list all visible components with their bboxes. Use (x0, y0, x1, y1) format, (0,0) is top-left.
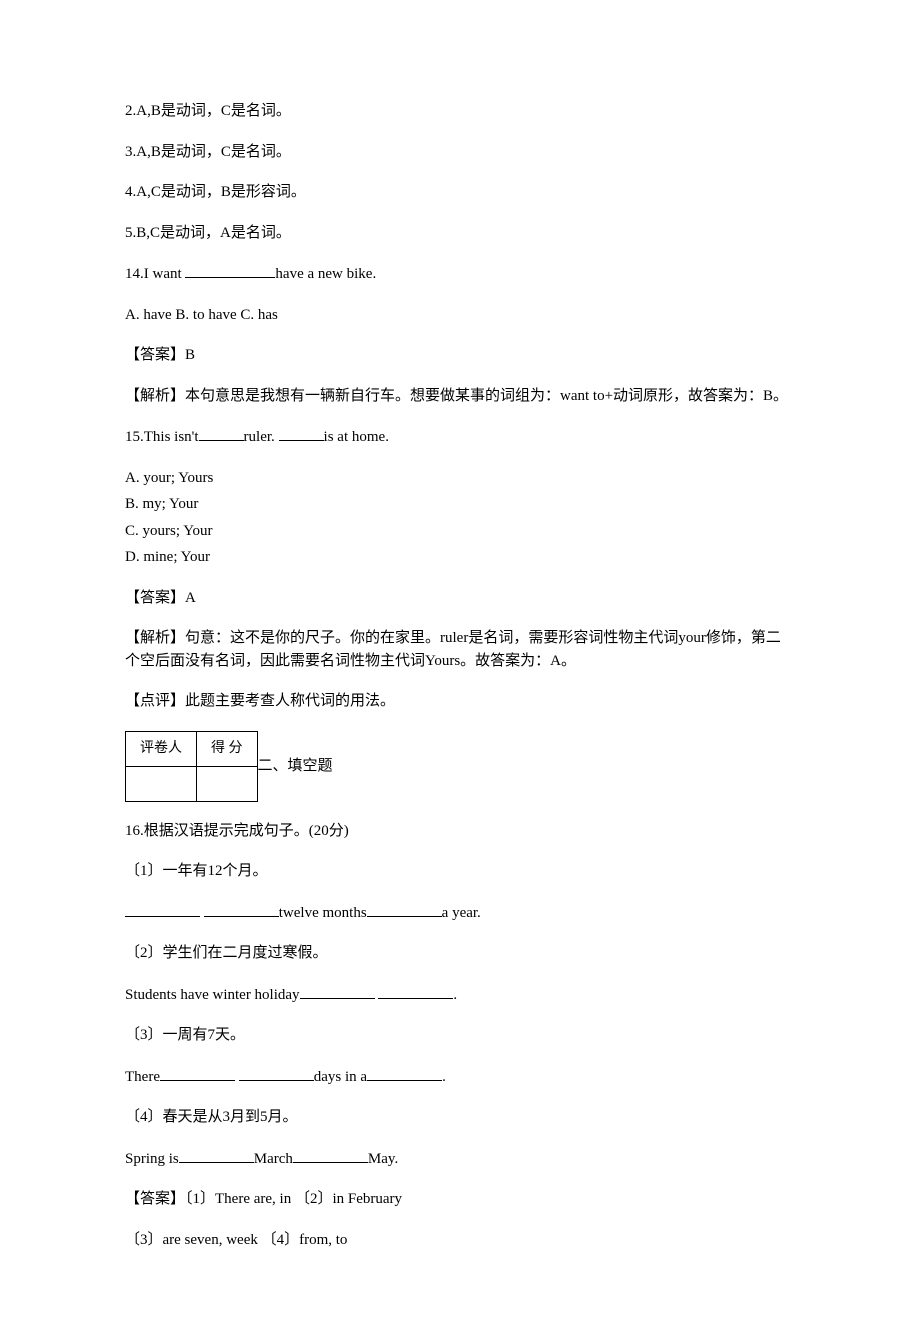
q15-stem-pre: 15.This isn't (125, 429, 199, 445)
q16-1-mid: twelve months (279, 905, 367, 921)
q15-opt-c: C. yours; Your (125, 520, 795, 543)
blank (160, 1065, 235, 1081)
blank (239, 1065, 314, 1081)
q15-options: A. your; Yours B. my; Your C. yours; You… (125, 467, 795, 569)
blank (185, 262, 275, 278)
q16-4-cn: 〔4〕春天是从3月到5月。 (125, 1106, 795, 1129)
q16-4-end: May. (368, 1151, 398, 1167)
q16-4-pre: Spring is (125, 1151, 179, 1167)
section-2-header: 评卷人 得 分 二、填空题 (125, 731, 795, 802)
q16-4-en: Spring is March May. (125, 1147, 795, 1171)
blank (367, 901, 442, 917)
q16-2-pre: Students have winter holiday (125, 987, 300, 1003)
q14-stem-pre: 14.I want (125, 266, 185, 282)
score-th2: 得 分 (197, 731, 258, 766)
q14-stem-post: have a new bike. (275, 266, 376, 282)
note-5: 5.B,C是动词，A是名词。 (125, 222, 795, 245)
q14-options: A. have B. to have C. has (125, 304, 795, 327)
score-cell-2 (197, 766, 258, 801)
q16-4-mid: March (254, 1151, 293, 1167)
q16-title: 16.根据汉语提示完成句子。(20分) (125, 820, 795, 843)
q15-explain: 【解析】句意：这不是你的尺子。你的在家里。ruler是名词，需要形容词性物主代词… (125, 627, 795, 672)
q14-explain: 【解析】本句意思是我想有一辆新自行车。想要做某事的词组为：want to+动词原… (125, 385, 795, 408)
note-2: 2.A,B是动词，C是名词。 (125, 100, 795, 123)
q16-answer-line2: 〔3〕are seven, week 〔4〕from, to (125, 1229, 795, 1252)
q14-answer: 【答案】B (125, 344, 795, 367)
q15-stem: 15.This isn't ruler. is at home. (125, 425, 795, 449)
q16-2-end: . (453, 987, 457, 1003)
blank (378, 983, 453, 999)
q16-3-end: . (442, 1069, 446, 1085)
blank (300, 983, 375, 999)
q15-opt-a: A. your; Yours (125, 467, 795, 490)
blank (279, 425, 324, 441)
note-3: 3.A,B是动词，C是名词。 (125, 141, 795, 164)
q16-2-en: Students have winter holiday . (125, 983, 795, 1007)
q15-stem-mid: ruler. (244, 429, 279, 445)
blank (204, 901, 279, 917)
blank (199, 425, 244, 441)
q16-2-cn: 〔2〕学生们在二月度过寒假。 (125, 942, 795, 965)
q15-stem-post: is at home. (324, 429, 389, 445)
note-4: 4.A,C是动词，B是形容词。 (125, 181, 795, 204)
q15-comment: 【点评】此题主要考查人称代词的用法。 (125, 690, 795, 713)
blank (293, 1147, 368, 1163)
q16-1-en: twelve months a year. (125, 901, 795, 925)
q14-stem: 14.I want have a new bike. (125, 262, 795, 286)
blank (125, 901, 200, 917)
q16-3-mid: days in a (314, 1069, 367, 1085)
section-2-title: 二、填空题 (258, 755, 333, 778)
q16-3-cn: 〔3〕一周有7天。 (125, 1024, 795, 1047)
q16-answer-line1: 【答案】〔1〕There are, in 〔2〕in February (125, 1188, 795, 1211)
q16-3-en: There days in a. (125, 1065, 795, 1089)
score-th1: 评卷人 (126, 731, 197, 766)
blank (179, 1147, 254, 1163)
score-cell-1 (126, 766, 197, 801)
q16-3-pre: There (125, 1069, 160, 1085)
q16-1-cn: 〔1〕一年有12个月。 (125, 860, 795, 883)
q16-1-end: a year. (442, 905, 481, 921)
score-table: 评卷人 得 分 (125, 731, 258, 802)
blank (367, 1065, 442, 1081)
q15-opt-d: D. mine; Your (125, 546, 795, 569)
q15-opt-b: B. my; Your (125, 493, 795, 516)
q15-answer: 【答案】A (125, 587, 795, 610)
